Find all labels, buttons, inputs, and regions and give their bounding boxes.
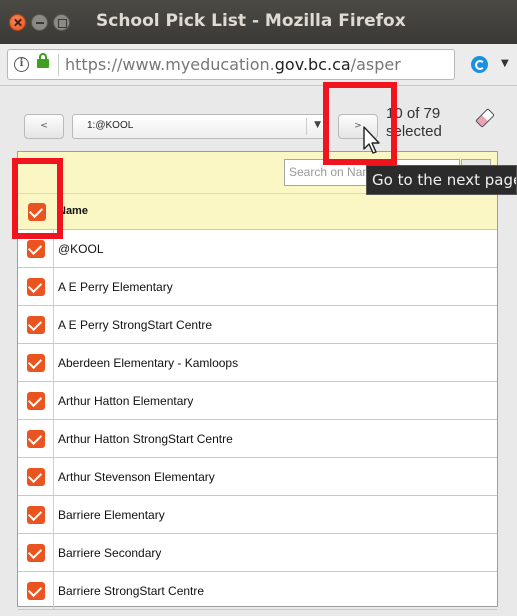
minimize-window-icon[interactable] xyxy=(31,14,48,31)
school-name: A E Perry StrongStart Centre xyxy=(58,318,213,332)
row-divider xyxy=(53,534,54,571)
window-titlebar: School Pick List - Mozilla Firefox xyxy=(0,0,517,44)
previous-page-button[interactable]: < xyxy=(24,114,64,139)
chevron-down-icon: ▼ xyxy=(314,120,321,130)
row-checkbox[interactable] xyxy=(27,240,45,258)
table-row[interactable]: A E Perry StrongStart Centre xyxy=(18,306,497,344)
school-list-panel: Search on Name Name @KOOL A E Perry Eleme… xyxy=(17,151,498,610)
row-checkbox[interactable] xyxy=(27,392,45,410)
school-name: @KOOL xyxy=(58,242,104,256)
school-name: Aberdeen Elementary - Kamloops xyxy=(58,356,239,370)
row-divider xyxy=(53,344,54,381)
row-divider xyxy=(53,458,54,495)
row-checkbox[interactable] xyxy=(27,278,45,296)
table-row[interactable]: A E Perry Elementary xyxy=(18,268,497,306)
url-divider xyxy=(58,54,59,76)
url-text[interactable]: https://www.myeducation.gov.bc.ca/asper xyxy=(65,55,401,74)
school-select-value: 1:@KOOL xyxy=(87,120,134,131)
row-checkbox[interactable] xyxy=(27,582,45,600)
url-prefix: https://www.myeducation. xyxy=(65,55,275,74)
url-bar[interactable]: i https://www.myeducation.gov.bc.ca/aspe… xyxy=(7,49,455,80)
table-row[interactable]: Barriere StrongStart Centre xyxy=(18,572,497,610)
school-name: Barriere StrongStart Centre xyxy=(58,584,205,598)
info-icon[interactable]: i xyxy=(14,57,29,72)
lock-icon[interactable] xyxy=(37,53,49,68)
table-row[interactable]: Arthur Hatton StrongStart Centre xyxy=(18,420,497,458)
school-name: A E Perry Elementary xyxy=(58,280,173,294)
url-suffix: /asper xyxy=(350,55,401,74)
row-checkbox[interactable] xyxy=(27,544,45,562)
url-domain: gov.bc.ca xyxy=(274,55,351,74)
row-divider xyxy=(53,306,54,343)
school-name: Barriere Elementary xyxy=(58,508,165,522)
sync-icon[interactable] xyxy=(471,56,488,73)
row-divider xyxy=(53,572,54,609)
close-window-icon[interactable] xyxy=(9,14,26,31)
school-name: Barriere Secondary xyxy=(58,546,162,560)
row-divider xyxy=(53,382,54,419)
browser-toolbar: i https://www.myeducation.gov.bc.ca/aspe… xyxy=(0,44,517,86)
dropdown-arrow-icon[interactable]: ▼ xyxy=(501,58,509,69)
table-row[interactable]: Barriere Elementary xyxy=(18,496,497,534)
table-row[interactable]: Barriere Secondary xyxy=(18,534,497,572)
next-button-highlight xyxy=(323,82,397,165)
row-divider xyxy=(53,496,54,533)
table-row[interactable]: Arthur Hatton Elementary xyxy=(18,382,497,420)
next-page-tooltip: Go to the next page xyxy=(366,165,517,195)
table-row[interactable]: @KOOL xyxy=(18,230,497,268)
row-divider xyxy=(53,268,54,305)
mouse-cursor-icon xyxy=(363,126,380,154)
select-divider xyxy=(306,118,307,135)
maximize-window-icon[interactable] xyxy=(53,14,70,31)
school-name: Arthur Hatton StrongStart Centre xyxy=(58,432,233,446)
row-checkbox[interactable] xyxy=(27,430,45,448)
row-divider xyxy=(53,420,54,457)
school-name: Arthur Hatton Elementary xyxy=(58,394,194,408)
select-all-highlight xyxy=(12,158,63,239)
table-header: Name xyxy=(18,194,497,230)
row-checkbox[interactable] xyxy=(27,316,45,334)
window-title: School Pick List - Mozilla Firefox xyxy=(96,11,406,31)
row-checkbox[interactable] xyxy=(27,354,45,372)
row-checkbox[interactable] xyxy=(27,506,45,524)
table-row[interactable]: Aberdeen Elementary - Kamloops xyxy=(18,344,497,382)
row-checkbox[interactable] xyxy=(27,468,45,486)
school-name: Arthur Stevenson Elementary xyxy=(58,470,215,484)
table-row[interactable]: Arthur Stevenson Elementary xyxy=(18,458,497,496)
school-select[interactable]: 1:@KOOL ▼ xyxy=(72,114,328,139)
